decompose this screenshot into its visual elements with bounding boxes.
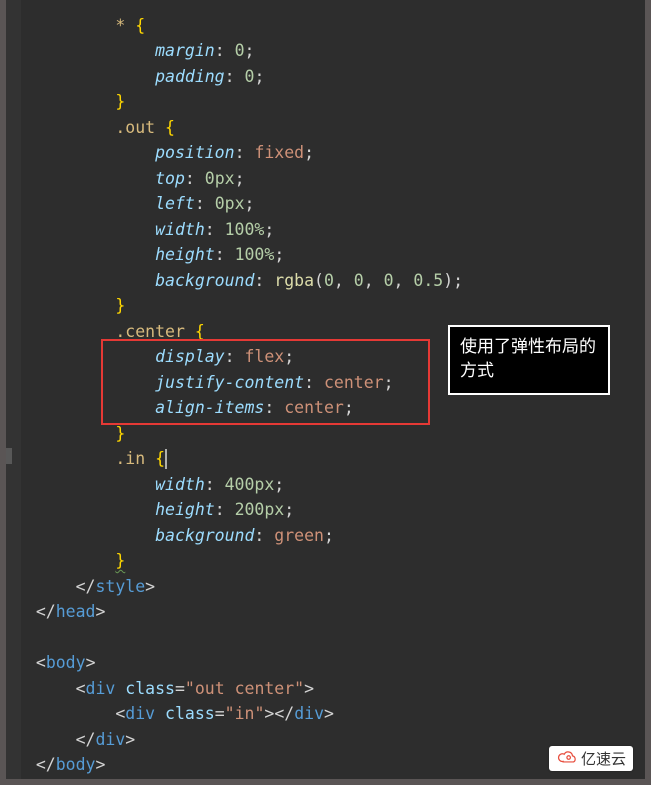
gutter-marker — [6, 448, 12, 464]
annotation-callout: 使用了弹性布局的方式 — [448, 325, 610, 395]
watermark: 亿速云 — [549, 746, 633, 771]
cloud-icon — [556, 749, 578, 769]
editor-frame: * { margin: 0; padding: 0; } .out { posi… — [0, 0, 651, 785]
watermark-text: 亿速云 — [581, 748, 626, 769]
code-area[interactable]: * { margin: 0; padding: 0; } .out { posi… — [16, 13, 463, 778]
